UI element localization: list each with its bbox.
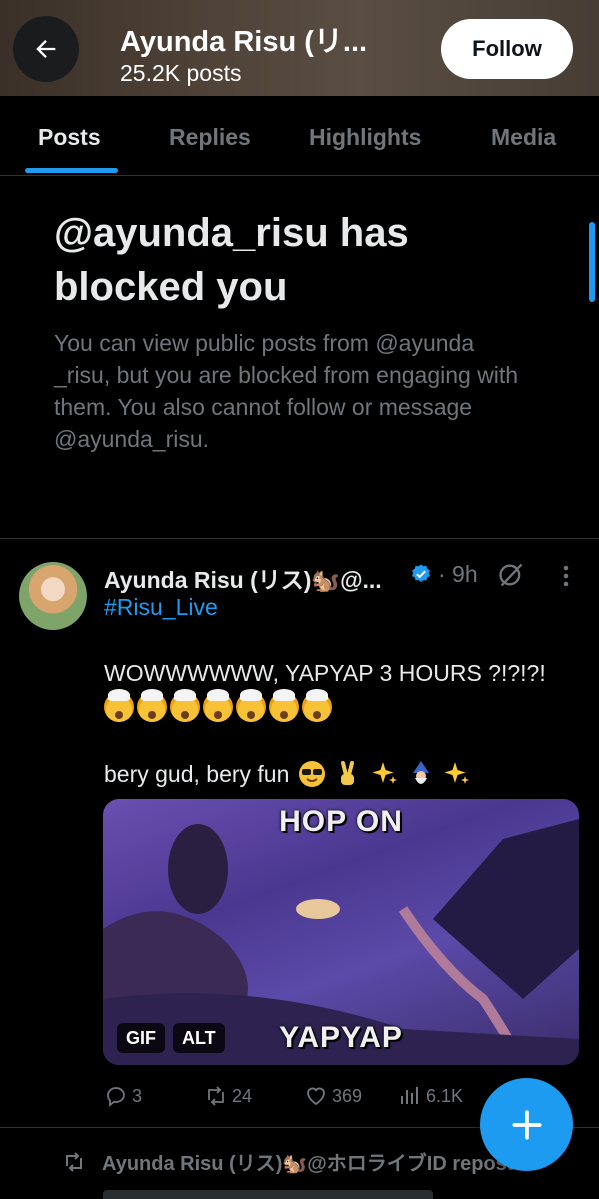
- mage-emoji-icon: [412, 761, 429, 784]
- repost-button[interactable]: 24: [204, 1084, 252, 1108]
- exploding-head-emoji: [302, 689, 332, 722]
- profile-header: Ayunda Risu (リ... 25.2K posts Follow: [0, 0, 599, 96]
- verified-badge-icon: [412, 564, 430, 582]
- sparkles-emoji-icon: [444, 762, 470, 784]
- tab-replies[interactable]: Replies: [169, 124, 251, 151]
- divider: [0, 538, 599, 539]
- tab-highlights[interactable]: Highlights: [309, 124, 421, 151]
- repost-notice[interactable]: Ayunda Risu (リス)🐿️@ホロライブID reposted: [62, 1147, 537, 1176]
- next-post-preview: [103, 1190, 503, 1199]
- post-author-name[interactable]: Ayunda Risu (リス)🐿️@...: [104, 561, 382, 595]
- alt-text-button[interactable]: ALT: [173, 1023, 225, 1053]
- heart-icon: [307, 1087, 325, 1106]
- gif-badge: GIF: [117, 1023, 165, 1053]
- repost-notice-text: Ayunda Risu (リス)🐿️@ホロライブID reposted: [102, 1153, 537, 1175]
- like-button[interactable]: 369: [304, 1084, 362, 1108]
- avatar[interactable]: [19, 562, 87, 630]
- victory-hand-emoji-icon: [341, 761, 355, 785]
- arrow-left-icon: [36, 40, 56, 58]
- post-media-gif[interactable]: HOP ON YAPYAP GIF ALT: [103, 799, 579, 1065]
- views-chart-icon: [401, 1087, 418, 1104]
- reply-count: 3: [132, 1085, 143, 1106]
- tab-posts[interactable]: Posts: [38, 124, 101, 151]
- compose-post-button[interactable]: [480, 1078, 573, 1171]
- profile-tabs: Posts Replies Highlights Media: [0, 96, 599, 176]
- grok-icon[interactable]: [497, 561, 525, 589]
- follow-button[interactable]: Follow: [441, 19, 573, 79]
- sparkles-emoji-icon: [372, 762, 397, 784]
- reply-icon: [107, 1087, 125, 1107]
- post-text: bery gud, bery fun: [104, 761, 290, 787]
- like-count: 369: [332, 1085, 363, 1106]
- exploding-head-emoji: [236, 689, 266, 722]
- views-count: 6.1K: [426, 1085, 464, 1106]
- more-options-icon[interactable]: [556, 563, 576, 589]
- media-caption-top: HOP ON: [279, 805, 403, 838]
- repost-icon: [66, 1151, 82, 1172]
- header-post-count: 25.2K posts: [120, 60, 242, 86]
- hashtag-link[interactable]: #Risu_Live: [104, 594, 218, 621]
- exploding-head-emoji: [137, 689, 167, 722]
- scrollbar[interactable]: [589, 222, 595, 302]
- views-button[interactable]: 6.1K: [398, 1084, 463, 1108]
- exploding-head-emoji: [269, 689, 299, 722]
- exploding-head-emoji: [170, 689, 200, 722]
- tab-media[interactable]: Media: [491, 124, 556, 151]
- post-timestamp[interactable]: · 9h: [438, 561, 478, 588]
- blocked-title: @ayunda_risu has blocked you: [54, 211, 409, 309]
- header-profile-name: Ayunda Risu (リ...: [120, 26, 368, 58]
- plus-icon: [511, 1109, 542, 1140]
- repost-icon: [208, 1086, 224, 1106]
- repost-count: 24: [232, 1085, 253, 1106]
- post-text-line-2: bery gud, bery fun: [104, 760, 471, 788]
- exploding-head-emoji: [104, 689, 134, 722]
- active-tab-indicator: [25, 168, 118, 173]
- exploding-head-emoji-row: [104, 689, 332, 722]
- blocked-description: You can view public posts from @ayunda _…: [54, 330, 519, 452]
- sunglasses-emoji-icon: [298, 761, 325, 787]
- back-button[interactable]: [13, 16, 79, 82]
- post-text-line: WOWWWWWW, YAPYAP 3 HOURS ?!?!?!: [104, 660, 546, 686]
- exploding-head-emoji: [203, 689, 233, 722]
- reply-button[interactable]: 3: [104, 1084, 142, 1108]
